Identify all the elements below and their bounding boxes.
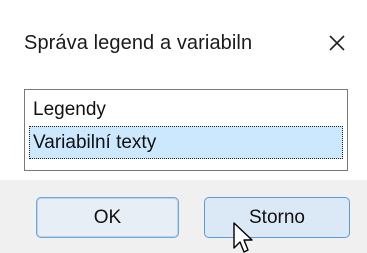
mouse-pointer-icon: [233, 222, 253, 253]
title-bar: Správa legend a variabiln: [0, 0, 367, 84]
legend-type-listbox[interactable]: Legendy Variabilní texty: [24, 89, 348, 171]
list-item-variabilni-texty[interactable]: Variabilní texty: [29, 126, 343, 159]
close-button[interactable]: [322, 28, 352, 58]
dialog-title: Správa legend a variabiln: [24, 32, 253, 54]
list-item-legendy[interactable]: Legendy: [29, 93, 343, 126]
ok-button[interactable]: OK: [36, 197, 179, 238]
dialog-window: Správa legend a variabiln Legendy Variab…: [0, 0, 367, 253]
button-bar: OK Storno: [0, 180, 367, 253]
close-icon: [329, 35, 345, 51]
cancel-button[interactable]: Storno: [204, 197, 350, 238]
